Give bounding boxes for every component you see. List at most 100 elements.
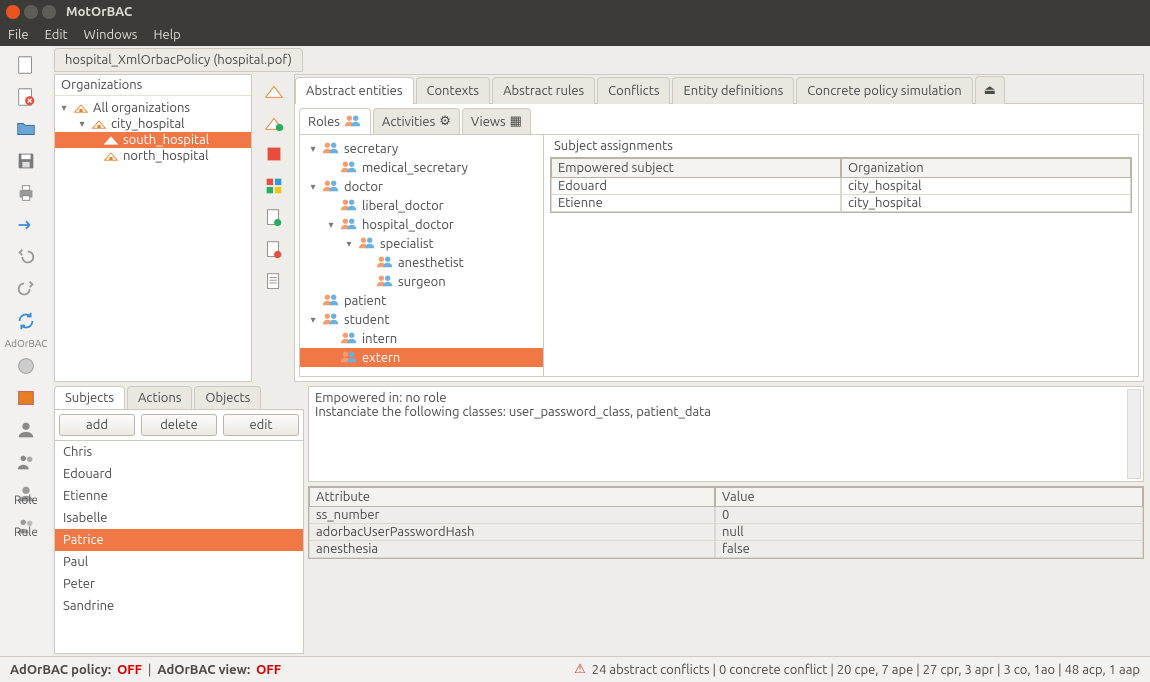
assignments-panel: Subject assignments Empowered subject Or…: [544, 135, 1138, 376]
redo-icon[interactable]: [8, 274, 44, 304]
entity-home-add-icon[interactable]: [258, 108, 290, 136]
org-tree-root[interactable]: ▾ All organizations: [55, 100, 251, 116]
svg-text:Role: Role: [15, 494, 37, 505]
role-tree-item[interactable]: surgeon: [300, 272, 543, 291]
role-tree-item[interactable]: intern: [300, 329, 543, 348]
tab-subjects[interactable]: Subjects: [54, 386, 125, 409]
add-button[interactable]: add: [59, 414, 135, 436]
tab-simulation[interactable]: Concrete policy simulation: [796, 77, 972, 104]
table-row[interactable]: adorbacUserPasswordHash null: [309, 524, 1143, 541]
list-item[interactable]: Paul: [55, 551, 303, 573]
subjects-panel: Subjects Actions Objects add delete edit…: [54, 386, 304, 654]
role-tree-item[interactable]: ▾doctor: [300, 177, 543, 196]
statusbar: AdOrBAC policy: OFF | AdOrBAC view: OFF …: [0, 656, 1150, 682]
subtab-roles[interactable]: Roles: [299, 108, 371, 134]
role-tree-item[interactable]: ▾student: [300, 310, 543, 329]
detail-panel: Empowered in: no role Instanciate the fo…: [308, 386, 1144, 654]
entity-colors-icon[interactable]: [258, 172, 290, 200]
tab-abstract-entities[interactable]: Abstract entities: [295, 77, 414, 104]
people-icon: [322, 292, 340, 309]
window-titlebar: MotOrBAC: [0, 0, 1150, 24]
window-close-button[interactable]: [6, 5, 20, 19]
people-icon: [358, 235, 376, 252]
tab-actions[interactable]: Actions: [127, 386, 192, 409]
tab-objects[interactable]: Objects: [194, 386, 261, 409]
undo-icon[interactable]: [8, 242, 44, 272]
people-icon: [340, 197, 358, 214]
role-icon[interactable]: Role: [8, 479, 44, 509]
entity-doc-deny-icon[interactable]: [258, 236, 290, 264]
export-icon[interactable]: [8, 210, 44, 240]
assignments-title: Subject assignments: [550, 137, 1132, 157]
role-tree-item[interactable]: ▾hospital_doctor: [300, 215, 543, 234]
entity-home-icon[interactable]: [258, 76, 290, 104]
col-organization[interactable]: Organization: [841, 158, 1131, 178]
svg-text:Rule: Rule: [15, 526, 37, 537]
window-maximize-button[interactable]: [42, 5, 56, 19]
delete-button[interactable]: delete: [141, 414, 217, 436]
role-tree-item[interactable]: ▾specialist: [300, 234, 543, 253]
print-icon[interactable]: [8, 178, 44, 208]
tab-conflicts[interactable]: Conflicts: [597, 77, 670, 104]
table-row[interactable]: anesthesia false: [309, 541, 1143, 558]
org-tree-item[interactable]: ▾ city_hospital: [55, 116, 251, 132]
save-icon[interactable]: [8, 146, 44, 176]
people-icon: [344, 113, 362, 130]
org-tree-item[interactable]: north_hospital: [55, 148, 251, 164]
role-tree-item[interactable]: patient: [300, 291, 543, 310]
window-title: MotOrBAC: [66, 5, 132, 19]
menu-help[interactable]: Help: [153, 28, 180, 42]
table-row[interactable]: ss_number 0: [309, 507, 1143, 524]
menu-edit[interactable]: Edit: [45, 28, 68, 42]
status-view-value: OFF: [256, 663, 281, 677]
list-item[interactable]: Edouard: [55, 463, 303, 485]
users-icon[interactable]: [8, 447, 44, 477]
rule-icon[interactable]: Rule: [8, 511, 44, 541]
role-tree-item[interactable]: ▾secretary: [300, 139, 543, 158]
subtab-activities[interactable]: Activities⚙: [373, 108, 460, 134]
tab-abstract-rules[interactable]: Abstract rules: [492, 77, 595, 104]
list-item[interactable]: Peter: [55, 573, 303, 595]
subtab-views[interactable]: Views▦: [462, 108, 531, 134]
tab-eject-icon[interactable]: ⏏: [975, 76, 1005, 104]
scrollbar[interactable]: [1127, 389, 1141, 479]
col-value[interactable]: Value: [715, 487, 1143, 507]
role-tree-item[interactable]: liberal_doctor: [300, 196, 543, 215]
table-row[interactable]: Etienne city_hospital: [551, 195, 1131, 212]
list-item[interactable]: Isabelle: [55, 507, 303, 529]
open-folder-icon[interactable]: [8, 114, 44, 144]
grid-icon: ▦: [510, 114, 522, 129]
list-item[interactable]: Patrice: [55, 529, 303, 551]
role-tree: ▾secretarymedical_secretary▾doctorlibera…: [300, 135, 544, 376]
col-empowered-subject[interactable]: Empowered subject: [551, 158, 841, 178]
new-policy-icon[interactable]: [8, 50, 44, 80]
close-policy-icon[interactable]: [8, 82, 44, 112]
adorbac-photo-icon[interactable]: [8, 383, 44, 413]
list-item[interactable]: Etienne: [55, 485, 303, 507]
list-item[interactable]: Chris: [55, 441, 303, 463]
entity-doc-check-icon[interactable]: [258, 204, 290, 232]
role-tree-item[interactable]: medical_secretary: [300, 158, 543, 177]
menu-windows[interactable]: Windows: [84, 28, 138, 42]
refresh-icon[interactable]: [8, 306, 44, 336]
entity-block-icon[interactable]: [258, 140, 290, 168]
top-tabrow: Abstract entities Contexts Abstract rule…: [295, 75, 1143, 104]
adorbac-sphere-icon[interactable]: [8, 351, 44, 381]
table-row[interactable]: Edouard city_hospital: [551, 178, 1131, 195]
gear-icon: ⚙: [439, 114, 451, 129]
col-attribute[interactable]: Attribute: [309, 487, 715, 507]
window-minimize-button[interactable]: [24, 5, 38, 19]
org-tree-item-selected[interactable]: south_hospital: [55, 132, 251, 148]
subjects-list: ChrisEdouardEtienneIsabellePatricePaulPe…: [54, 440, 304, 654]
organizations-header: Organizations: [55, 75, 251, 96]
tab-contexts[interactable]: Contexts: [416, 77, 491, 104]
entity-doc-icon[interactable]: [258, 268, 290, 296]
list-item[interactable]: Sandrine: [55, 595, 303, 617]
warning-icon: ⚠: [574, 662, 586, 677]
edit-button[interactable]: edit: [223, 414, 299, 436]
menu-file[interactable]: File: [8, 28, 29, 42]
user-icon[interactable]: [8, 415, 44, 445]
tab-entity-definitions[interactable]: Entity definitions: [672, 77, 794, 104]
role-tree-item[interactable]: extern: [300, 348, 543, 367]
role-tree-item[interactable]: anesthetist: [300, 253, 543, 272]
